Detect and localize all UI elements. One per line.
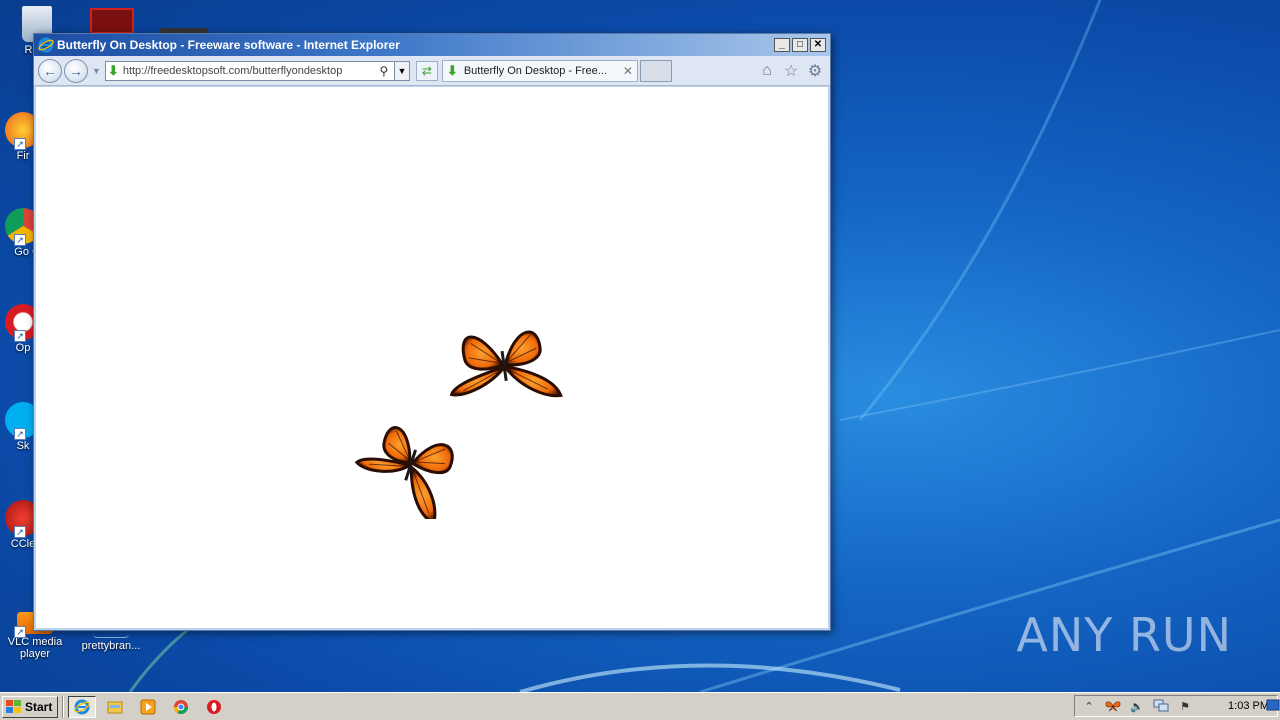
home-icon[interactable]: ⌂ bbox=[758, 62, 776, 80]
download-arrow-icon: ⬇ bbox=[107, 62, 119, 78]
chevron-down-icon: ▼ bbox=[397, 65, 407, 76]
taskbar-separator bbox=[62, 695, 65, 718]
history-dropdown-icon[interactable]: ▼ bbox=[92, 66, 101, 76]
volume-icon[interactable]: 🔈 bbox=[1127, 698, 1147, 714]
back-arrow-icon: ← bbox=[43, 62, 57, 79]
search-icon[interactable]: ⚲ bbox=[376, 64, 392, 78]
shortcut-arrow-icon: ↗ bbox=[14, 330, 26, 342]
minimize-button[interactable]: _ bbox=[774, 38, 790, 52]
shortcut-arrow-icon: ↗ bbox=[14, 234, 26, 246]
butterfly-image bbox=[354, 426, 454, 519]
shortcut-arrow-icon: ↗ bbox=[14, 428, 26, 440]
taskbar: Start ⌃ 🔈 ⚑ 1:03 PM bbox=[0, 692, 1280, 720]
media-player-icon bbox=[140, 699, 156, 714]
settings-gear-icon[interactable]: ⚙ bbox=[806, 62, 824, 80]
internet-explorer-icon bbox=[38, 37, 54, 53]
butterfly-tray-icon[interactable] bbox=[1103, 698, 1123, 714]
forward-arrow-icon: → bbox=[69, 62, 83, 79]
address-input[interactable] bbox=[122, 64, 376, 77]
desktop-icon-pdf[interactable] bbox=[90, 8, 134, 34]
forward-button[interactable]: → bbox=[64, 58, 88, 83]
tab-close-icon[interactable]: ✕ bbox=[623, 64, 633, 78]
refresh-icon: ⇄ bbox=[421, 63, 432, 78]
chrome-icon bbox=[174, 699, 189, 714]
compatibility-refresh-button[interactable]: ⇄ bbox=[415, 60, 438, 81]
taskbar-file-explorer[interactable] bbox=[101, 696, 129, 718]
tab-favicon-icon: ⬇ bbox=[446, 62, 458, 78]
start-button[interactable]: Start bbox=[2, 695, 59, 718]
shortcut-arrow-icon: ↗ bbox=[14, 626, 26, 638]
taskbar-media-player[interactable] bbox=[134, 696, 162, 718]
show-desktop-button[interactable] bbox=[1266, 693, 1280, 719]
network-icon[interactable] bbox=[1151, 698, 1171, 714]
folder-icon bbox=[107, 701, 123, 713]
browser-tab[interactable]: ⬇ Butterfly On Desktop - Free... ✕ bbox=[441, 59, 638, 82]
taskbar-opera[interactable] bbox=[200, 696, 228, 718]
taskbar-chrome[interactable] bbox=[167, 696, 195, 718]
navigation-toolbar: ← → ▼ ⬇ ⚲ ▼ ⇄ ⬇ Butterfly On Desktop - F… bbox=[34, 56, 830, 86]
internet-explorer-icon bbox=[74, 699, 91, 714]
address-bar[interactable]: ⬇ ⚲ bbox=[104, 60, 395, 81]
new-tab-button[interactable] bbox=[639, 59, 672, 82]
action-center-flag-icon[interactable]: ⚑ bbox=[1175, 698, 1195, 714]
page-content bbox=[36, 87, 828, 628]
windows-logo-icon bbox=[6, 699, 21, 713]
window-titlebar[interactable]: Butterfly On Desktop - Freeware software… bbox=[34, 34, 830, 56]
address-dropdown-button[interactable]: ▼ bbox=[393, 60, 410, 81]
close-button[interactable]: ✕ bbox=[810, 38, 826, 52]
shortcut-arrow-icon: ↗ bbox=[14, 526, 26, 538]
start-label: Start bbox=[25, 699, 53, 714]
butterfly-image bbox=[449, 330, 563, 398]
clock[interactable]: 1:03 PM bbox=[1228, 700, 1269, 712]
maximize-button[interactable]: □ bbox=[792, 38, 808, 52]
back-button[interactable]: ← bbox=[38, 58, 62, 83]
show-hidden-icons-chevron-icon[interactable]: ⌃ bbox=[1079, 698, 1099, 714]
taskbar-internet-explorer[interactable] bbox=[68, 695, 97, 718]
window-title: Butterfly On Desktop - Freeware software… bbox=[57, 38, 400, 52]
command-icons: ⌂ ☆ ⚙ bbox=[758, 62, 826, 80]
tab-title: Butterfly On Desktop - Free... bbox=[463, 64, 607, 77]
opera-icon bbox=[207, 699, 222, 714]
favorites-star-icon[interactable]: ☆ bbox=[782, 62, 800, 80]
system-tray: ⌃ 🔈 ⚑ 1:03 PM bbox=[1074, 695, 1278, 717]
anyrun-watermark: ANY RUN bbox=[1016, 608, 1232, 662]
ie-window: Butterfly On Desktop - Freeware software… bbox=[33, 33, 831, 631]
shortcut-arrow-icon: ↗ bbox=[14, 138, 26, 150]
